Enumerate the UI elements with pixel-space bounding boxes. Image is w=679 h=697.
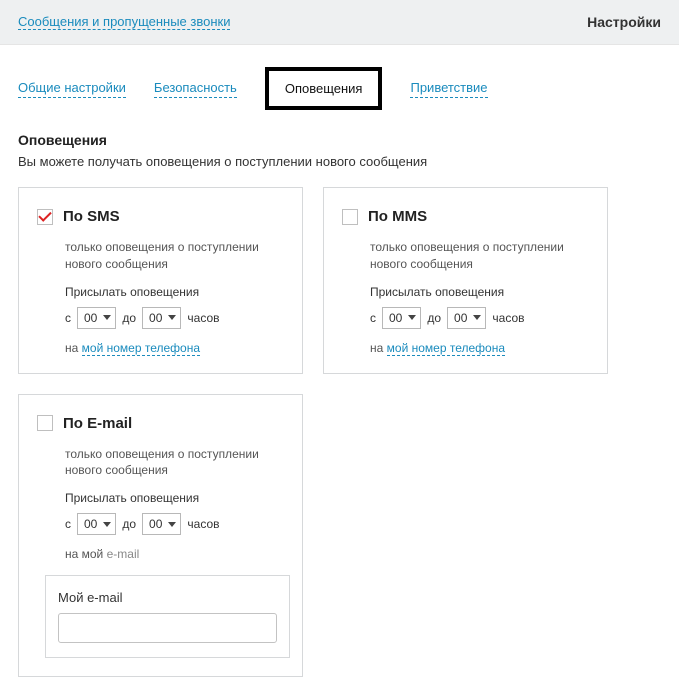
label-to: до xyxy=(122,311,136,325)
card-mms: По MMS только оповещения о поступлении н… xyxy=(323,187,608,374)
card-email-sub: только оповещения о поступлении нового с… xyxy=(65,446,288,480)
card-sms-head: По SMS xyxy=(33,208,288,225)
select-sms-from-value: 00 xyxy=(84,311,101,325)
select-email-to-value: 00 xyxy=(149,517,166,531)
checkbox-mms[interactable] xyxy=(342,209,358,225)
label-hours: часов xyxy=(187,517,219,531)
select-mms-from[interactable]: 00 xyxy=(382,307,421,329)
card-email: По E-mail только оповещения о поступлени… xyxy=(18,394,303,678)
card-email-head: По E-mail xyxy=(33,415,288,432)
checkbox-sms[interactable] xyxy=(37,209,53,225)
select-email-from-value: 00 xyxy=(84,517,101,531)
cards-row: По SMS только оповещения о поступлении н… xyxy=(18,187,661,677)
select-mms-to[interactable]: 00 xyxy=(447,307,486,329)
caret-down-icon xyxy=(408,315,416,320)
tab-notifications[interactable]: Оповещения xyxy=(265,67,383,110)
tab-general[interactable]: Общие настройки xyxy=(18,80,126,98)
select-sms-to-value: 00 xyxy=(149,311,166,325)
card-mms-time-row: с 00 до 00 часов xyxy=(370,307,593,329)
link-sms-phone[interactable]: мой номер телефона xyxy=(82,341,200,356)
select-email-from[interactable]: 00 xyxy=(77,513,116,535)
card-mms-head: По MMS xyxy=(338,208,593,225)
caret-down-icon xyxy=(103,522,111,527)
topbar: Сообщения и пропущенные звонки Настройки xyxy=(0,0,679,45)
select-mms-from-value: 00 xyxy=(389,311,406,325)
label-on: на xyxy=(370,341,383,355)
card-email-link-row: на мой e-mail xyxy=(65,547,288,561)
caret-down-icon xyxy=(168,315,176,320)
select-sms-to[interactable]: 00 xyxy=(142,307,181,329)
label-from: с xyxy=(65,517,71,531)
email-input-block: Мой e-mail xyxy=(45,575,290,658)
caret-down-icon xyxy=(473,315,481,320)
card-email-body: только оповещения о поступлении нового с… xyxy=(33,446,288,659)
content: Общие настройки Безопасность Оповещения … xyxy=(0,45,679,697)
card-sms-title: По SMS xyxy=(63,208,120,225)
card-sms-body: только оповещения о поступлении нового с… xyxy=(33,239,288,355)
card-sms-time-row: с 00 до 00 часов xyxy=(65,307,288,329)
page-title: Настройки xyxy=(587,14,661,30)
label-email-suffix: e-mail xyxy=(107,547,140,561)
label-from: с xyxy=(65,311,71,325)
label-to: до xyxy=(122,517,136,531)
select-sms-from[interactable]: 00 xyxy=(77,307,116,329)
tab-security[interactable]: Безопасность xyxy=(154,80,237,98)
card-mms-send-label: Присылать оповещения xyxy=(370,285,593,299)
card-sms-send-label: Присылать оповещения xyxy=(65,285,288,299)
link-mms-phone[interactable]: мой номер телефона xyxy=(387,341,505,356)
card-mms-body: только оповещения о поступлении нового с… xyxy=(338,239,593,355)
caret-down-icon xyxy=(168,522,176,527)
card-email-time-row: с 00 до 00 часов xyxy=(65,513,288,535)
card-mms-sub: только оповещения о поступлении нового с… xyxy=(370,239,593,273)
select-mms-to-value: 00 xyxy=(454,311,471,325)
label-on-my: на мой xyxy=(65,547,103,561)
section-title: Оповещения xyxy=(18,132,661,148)
tabs: Общие настройки Безопасность Оповещения … xyxy=(18,45,661,128)
tab-greeting[interactable]: Приветствие xyxy=(410,80,487,98)
label-from: с xyxy=(370,311,376,325)
caret-down-icon xyxy=(103,315,111,320)
email-input-label: Мой e-mail xyxy=(58,590,277,605)
breadcrumb[interactable]: Сообщения и пропущенные звонки xyxy=(18,14,230,30)
section-desc: Вы можете получать оповещения о поступле… xyxy=(18,154,661,169)
card-email-send-label: Присылать оповещения xyxy=(65,491,288,505)
label-hours: часов xyxy=(187,311,219,325)
card-mms-title: По MMS xyxy=(368,208,427,225)
label-hours: часов xyxy=(492,311,524,325)
select-email-to[interactable]: 00 xyxy=(142,513,181,535)
card-mms-link-row: на мой номер телефона xyxy=(370,341,593,355)
label-on: на xyxy=(65,341,78,355)
card-sms-sub: только оповещения о поступлении нового с… xyxy=(65,239,288,273)
card-sms: По SMS только оповещения о поступлении н… xyxy=(18,187,303,374)
card-email-title: По E-mail xyxy=(63,415,132,432)
label-to: до xyxy=(427,311,441,325)
checkbox-email[interactable] xyxy=(37,415,53,431)
card-sms-link-row: на мой номер телефона xyxy=(65,341,288,355)
